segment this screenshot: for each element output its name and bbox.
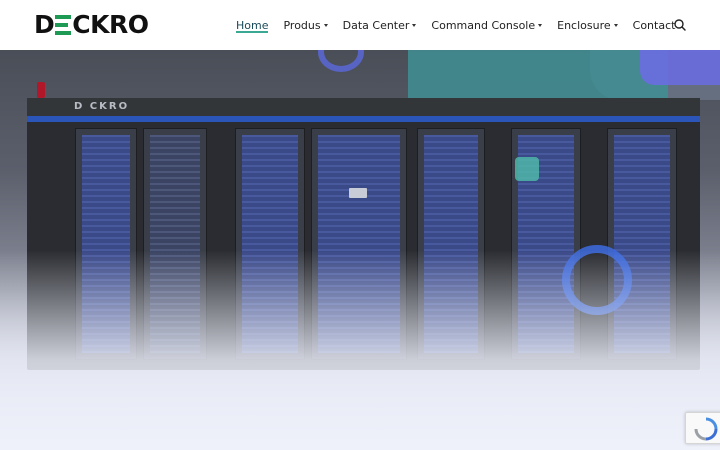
logo-text-left: D	[34, 10, 55, 39]
nav-label: Data Center	[342, 18, 410, 32]
nav-item-data-center[interactable]: Data Center	[343, 0, 417, 50]
nav-item-home[interactable]: Home	[236, 0, 269, 50]
nav-label: Contact	[632, 18, 676, 32]
caret-down-icon	[538, 24, 543, 27]
decorative-square	[515, 157, 539, 181]
nav-item-enclosure[interactable]: Enclosure	[557, 0, 618, 50]
nav-item-contact[interactable]: Contact	[633, 0, 676, 50]
server-brand-label: D CKRO	[74, 101, 130, 112]
hero-banner: D CKRO	[0, 50, 720, 450]
nav-label: Command Console	[431, 18, 536, 32]
caret-down-icon	[412, 24, 417, 27]
hero-fade-overlay	[0, 250, 720, 450]
nav-item-produs[interactable]: Produs	[283, 0, 328, 50]
recaptcha-badge[interactable]	[685, 412, 720, 444]
main-nav: Home Produs Data Center Command Console …	[236, 0, 690, 50]
control-display	[349, 188, 367, 198]
server-top-bar: D CKRO	[27, 98, 700, 116]
decorative-shape	[640, 50, 720, 85]
nav-label: Enclosure	[557, 18, 611, 32]
beacon-light	[37, 82, 45, 98]
nav-label: Produs	[283, 18, 321, 32]
caret-down-icon	[613, 24, 618, 27]
search-icon[interactable]	[672, 17, 688, 33]
server-light-strip	[27, 116, 700, 122]
nav-label: Home	[236, 18, 269, 32]
logo-e-mark	[55, 15, 72, 35]
site-header: D CKRO Home Produs Data Center Command C…	[0, 0, 720, 50]
recaptcha-icon	[694, 417, 718, 441]
logo-text: D CKRO	[34, 12, 149, 38]
brand-logo[interactable]: D CKRO	[34, 12, 149, 38]
nav-item-command-console[interactable]: Command Console	[431, 0, 543, 50]
logo-text-right: CKRO	[72, 10, 149, 39]
caret-down-icon	[323, 24, 328, 27]
decorative-ring	[318, 50, 364, 72]
